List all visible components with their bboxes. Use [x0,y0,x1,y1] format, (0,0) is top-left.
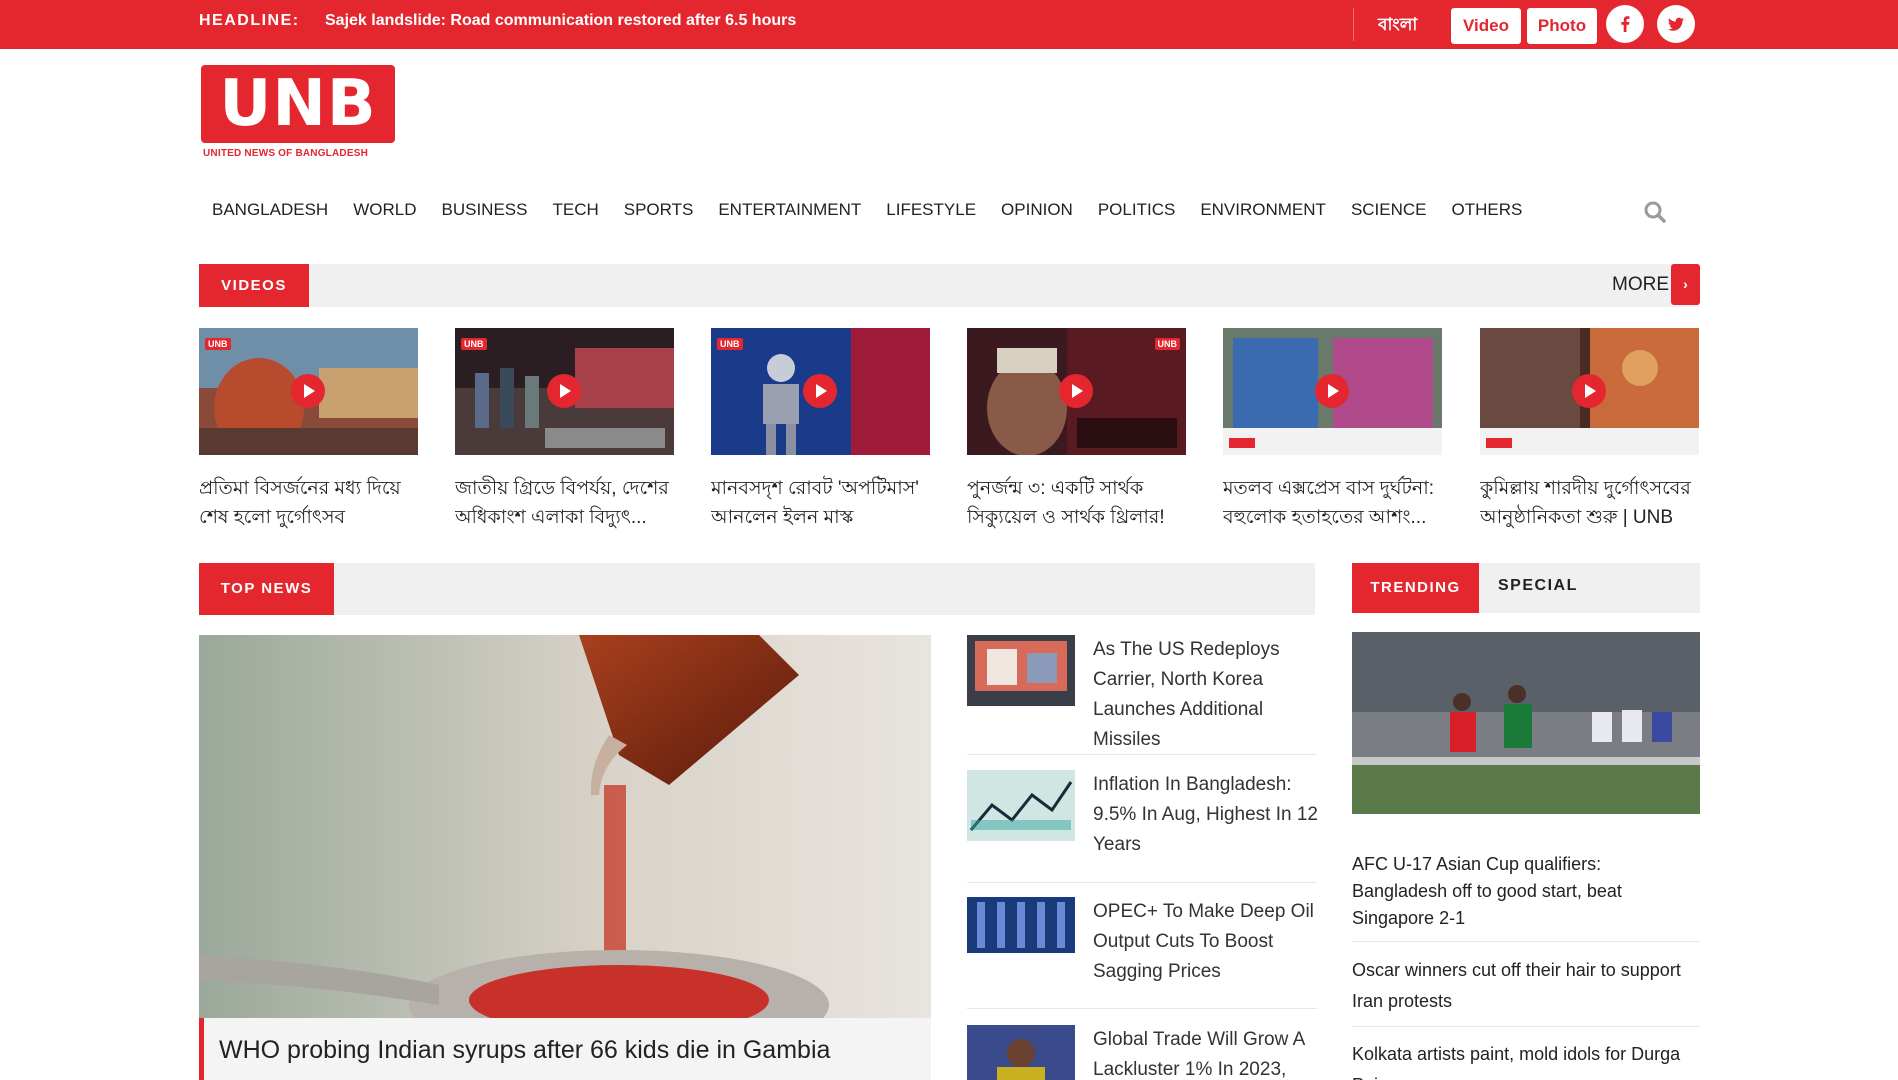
divider [1353,8,1354,41]
trending-story-title[interactable]: AFC U-17 Asian Cup qualifiers: Banglades… [1352,851,1700,932]
unb-badge: UNB [1154,338,1180,350]
unb-badge: UNB [461,338,487,350]
side-story-title[interactable]: Inflation In Bangladesh: 9.5% In Aug, Hi… [1093,770,1321,860]
video-button[interactable]: Video [1451,8,1521,44]
videos-section-bar [199,264,1699,307]
nav-item-others[interactable]: OTHERS [1452,200,1523,224]
headline-label: HEADLINE: [199,12,300,29]
side-story-thumbnail[interactable] [967,770,1075,841]
nav-item-opinion[interactable]: OPINION [1001,200,1073,224]
divider [967,1008,1317,1009]
video-thumbnail[interactable] [1480,328,1699,455]
logo-tagline: UNITED NEWS OF BANGLADESH [203,148,368,159]
nav-item-business[interactable]: BUSINESS [441,200,527,224]
play-icon[interactable] [1572,374,1606,408]
logo-mark: UNB [201,65,395,143]
video-title[interactable]: কুমিল্লায় শারদীয় দুর্গোৎসবের আনুষ্ঠানি… [1480,474,1699,534]
video-thumbnail[interactable]: UNB [967,328,1186,455]
tab-trending[interactable]: TRENDING [1352,563,1479,613]
play-icon[interactable] [547,374,581,408]
tab-special[interactable]: SPECIAL [1498,577,1578,595]
trending-story-title[interactable]: Oscar winners cut off their hair to supp… [1352,955,1700,1017]
video-title[interactable]: মানবসদৃশ রোবট 'অপটিমাস' আনলেন ইলন মাস্ক [711,474,930,534]
side-story-thumbnail[interactable] [967,1025,1075,1080]
divider [1352,941,1700,942]
video-title[interactable]: পুনর্জন্ম ৩: একটি সার্থক সিক্যুয়েল ও সা… [967,474,1186,534]
video-title[interactable]: মতলব এক্সপ্রেস বাস দুর্ঘটনা: বহুলোক হতাহ… [1223,474,1442,534]
headline-link[interactable]: Sajek landslide: Road communication rest… [325,12,796,30]
photo-button[interactable]: Photo [1527,8,1597,44]
nav-item-bangladesh[interactable]: BANGLADESH [212,200,328,224]
video-title[interactable]: প্রতিমা বিসর্জনের মধ্য দিয়ে শেষ হলো দুর… [199,474,418,534]
video-thumbnail[interactable] [1223,328,1442,455]
trending-story-title[interactable]: Kolkata artists paint, mold idols for Du… [1352,1039,1700,1080]
twitter-icon[interactable] [1657,5,1695,43]
main-story-title[interactable]: WHO probing Indian syrups after 66 kids … [219,1036,830,1065]
nav-item-politics[interactable]: POLITICS [1098,200,1175,224]
play-icon[interactable] [1059,374,1093,408]
main-story-image[interactable] [199,635,931,1018]
play-icon[interactable] [291,374,325,408]
main-nav: BANGLADESH WORLD BUSINESS TECH SPORTS EN… [212,200,1547,224]
top-bar: HEADLINE: Sajek landslide: Road communic… [0,0,1898,49]
nav-item-tech[interactable]: TECH [552,200,598,224]
language-switch-link[interactable]: বাংলা [1378,12,1417,40]
nav-item-entertainment[interactable]: ENTERTAINMENT [718,200,861,224]
play-icon[interactable] [803,374,837,408]
play-icon[interactable] [1315,374,1349,408]
more-videos-label[interactable]: MORE [1612,274,1669,296]
divider [967,882,1317,883]
divider [1352,1026,1700,1027]
main-story-caption[interactable]: WHO probing Indian syrups after 66 kids … [199,1018,931,1080]
top-news-section-label: TOP NEWS [199,563,334,615]
unb-badge: UNB [717,338,743,350]
unb-badge: UNB [205,338,231,350]
nav-item-environment[interactable]: ENVIRONMENT [1200,200,1326,224]
nav-item-lifestyle[interactable]: LIFESTYLE [886,200,976,224]
video-thumbnail[interactable]: UNB [711,328,930,455]
video-thumbnail[interactable]: UNB [199,328,418,455]
side-story-thumbnail[interactable] [967,897,1075,968]
video-title[interactable]: জাতীয় গ্রিডে বিপর্যয়, দেশের অধিকাংশ এল… [455,474,674,534]
chevron-right-icon: › [1683,276,1688,292]
side-story-title[interactable]: OPEC+ To Make Deep Oil Output Cuts To Bo… [1093,897,1321,987]
top-news-section-bar [199,563,1315,615]
trending-story-image[interactable] [1352,632,1700,814]
more-videos-button[interactable]: › [1671,264,1700,305]
nav-item-science[interactable]: SCIENCE [1351,200,1427,224]
nav-item-sports[interactable]: SPORTS [624,200,694,224]
nav-item-world[interactable]: WORLD [353,200,416,224]
facebook-icon[interactable] [1606,5,1644,43]
side-story-title[interactable]: Global Trade Will Grow A Lackluster 1% I… [1093,1025,1321,1080]
search-icon[interactable] [1643,200,1667,229]
unb-logo[interactable]: UNB UNITED NEWS OF BANGLADESH [201,65,395,161]
videos-section-label: VIDEOS [199,264,309,307]
side-story-title[interactable]: As The US Redeploys Carrier, North Korea… [1093,635,1321,755]
side-story-thumbnail[interactable] [967,635,1075,706]
divider [967,754,1317,755]
video-thumbnail[interactable]: UNB [455,328,674,455]
